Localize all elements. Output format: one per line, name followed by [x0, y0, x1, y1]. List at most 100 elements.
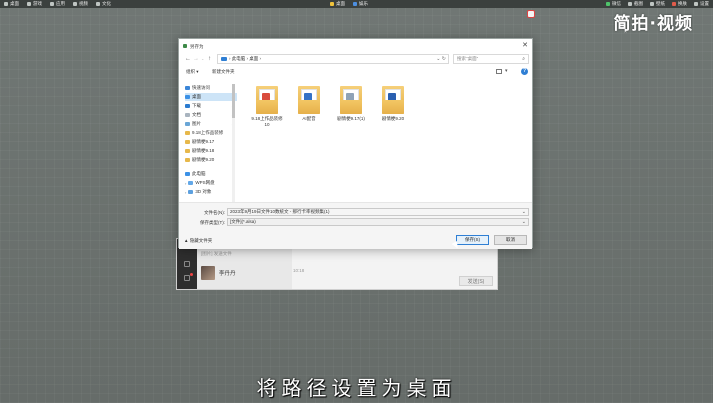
organize-button[interactable]: 组织 ▾: [186, 69, 199, 75]
search-icon: ⌕: [522, 56, 525, 62]
save-button[interactable]: 保存(S): [456, 235, 489, 245]
send-button[interactable]: 发送(S): [459, 276, 493, 286]
wallpaper-icon: [650, 2, 654, 6]
top-bar-label: 文化: [102, 1, 111, 6]
new-folder-button[interactable]: 新建文件夹: [212, 69, 235, 75]
chevron-down-icon[interactable]: ⌄: [522, 219, 526, 225]
chevron-down-icon[interactable]: ⌄: [522, 209, 526, 215]
top-bar-item[interactable]: 视频: [73, 1, 88, 7]
folder-item[interactable]: 9.18上作品装修 10: [249, 84, 285, 127]
hide-folders-toggle[interactable]: ▲ 隐藏文件夹: [184, 238, 212, 244]
folder-item[interactable]: AI配音: [291, 84, 327, 122]
filename-label: 文件名(N):: [204, 210, 225, 215]
top-bar-item[interactable]: 桌面: [330, 1, 345, 7]
app-icon: [96, 2, 100, 6]
nav-item-label: 文档: [192, 112, 201, 117]
picture-icon: [185, 122, 190, 126]
nav-item-this-pc[interactable]: 此电脑: [185, 170, 237, 178]
top-bar-left: 桌面 游戏 应用 视频 文化: [0, 1, 111, 7]
nav-item-label: 3D 对象: [195, 189, 212, 194]
refresh-glyph: ↻: [441, 56, 446, 62]
top-bar-item[interactable]: 换肤: [672, 1, 687, 7]
nav-item-folder[interactable]: 剧情梗9.20: [185, 156, 237, 164]
folder-item[interactable]: 剧情梗9.17(1): [333, 84, 369, 122]
nav-pane-scrollbar[interactable]: [232, 84, 235, 202]
nav-item-3d-objects[interactable]: › 3D 对象: [185, 188, 237, 196]
folder-name: 剧情梗9.20: [381, 116, 405, 121]
nav-item-label: 图片: [192, 121, 201, 126]
top-bar-item[interactable]: 应用: [50, 1, 65, 7]
top-bar-item[interactable]: 娱乐: [353, 1, 368, 7]
nav-item-wps-cloud[interactable]: › WPS网盘: [185, 179, 237, 187]
nav-item-label: 快速访问: [192, 85, 210, 90]
top-bar-item[interactable]: 截图: [628, 1, 643, 7]
app-icon: [50, 2, 54, 6]
nav-item-label: 9.18上作品装修: [192, 130, 224, 135]
scrollbar-thumb[interactable]: [232, 84, 235, 118]
tshirt-icon[interactable]: [527, 10, 535, 18]
nav-item-pictures[interactable]: 图片✱: [185, 120, 237, 128]
folder-icon: [185, 158, 190, 162]
nav-item-label: 下载: [192, 103, 201, 108]
top-bar-item[interactable]: 壁纸: [650, 1, 665, 7]
search-input[interactable]: 搜索"桌面" ⌕: [453, 54, 529, 64]
nav-item-folder[interactable]: 剧情梗9.18: [185, 147, 237, 155]
dialog-titlebar[interactable]: 另存为 ✕: [179, 39, 532, 53]
folder-name: 剧情梗9.17(1): [337, 116, 365, 121]
view-mode-icon[interactable]: [496, 69, 502, 74]
top-bar-item[interactable]: 游戏: [27, 1, 42, 7]
download-icon: [185, 104, 190, 108]
app-icon: [183, 44, 187, 48]
file-icon[interactable]: [184, 261, 190, 267]
recent-dropdown-icon[interactable]: ⌄: [201, 56, 204, 62]
chat-list-item[interactable]: 李丹丹: [201, 266, 236, 280]
dialog-toolbar: 组织 ▾ 新建文件夹 ▾ ?: [179, 68, 532, 77]
top-bar-label: 截图: [634, 1, 643, 6]
filetype-select[interactable]: [文件](*.alsa) ⌄: [227, 218, 529, 226]
top-bar-label: 换肤: [678, 1, 687, 6]
navigation-pane: 快速访问 桌面✱ 下载✱ 文档✱ 图片✱ 9.18上作品装修 剧情梗9.17 剧…: [185, 84, 239, 202]
nav-item-folder[interactable]: 剧情梗9.17: [185, 138, 237, 146]
view-caret-icon[interactable]: ▾: [505, 68, 508, 74]
top-bar-mid: 桌面 娱乐: [330, 1, 368, 7]
refresh-icon[interactable]: ⌄ ↻: [436, 56, 446, 62]
top-bar-right: 微信 截图 壁纸 换肤 设置: [606, 1, 709, 7]
notification-dot-icon: [190, 273, 193, 276]
top-bar-item[interactable]: 文化: [96, 1, 111, 7]
top-bar-item[interactable]: 设置: [694, 1, 709, 7]
chat-list-item[interactable]: [图片] 发送文件: [201, 251, 232, 257]
top-bar-label: 微信: [612, 1, 621, 6]
address-bar[interactable]: › 此电脑 › 桌面 › ⌄ ↻: [217, 54, 449, 64]
document-thumbnail: [388, 93, 396, 103]
nav-item-quick-access[interactable]: 快速访问: [185, 84, 237, 92]
nav-item-desktop[interactable]: 桌面✱: [185, 93, 237, 101]
watermark-close-icon[interactable]: ×: [624, 29, 627, 35]
filename-field[interactable]: 2023年9月19日文件10数统文 - 那行卡率视频集(1) ⌄: [227, 208, 529, 216]
top-bar-item[interactable]: 桌面: [4, 1, 19, 7]
folder-item[interactable]: 剧情梗9.20: [375, 84, 411, 122]
dialog-title: 另存为: [190, 44, 204, 49]
system-top-bar: 桌面 游戏 应用 视频 文化 桌面 娱乐 微信 截图 壁纸 换肤 设置: [0, 0, 713, 8]
nav-item-downloads[interactable]: 下载✱: [185, 102, 237, 110]
top-bar-label: 壁纸: [656, 1, 665, 6]
help-icon[interactable]: ?: [521, 68, 528, 75]
phone-icon[interactable]: [184, 275, 190, 281]
up-arrow-icon[interactable]: ↑: [208, 56, 211, 62]
cancel-button[interactable]: 取消: [494, 235, 527, 245]
forward-arrow-icon[interactable]: →: [193, 56, 199, 62]
nav-item-documents[interactable]: 文档✱: [185, 111, 237, 119]
avatar: [201, 266, 215, 280]
top-bar-item[interactable]: 微信: [606, 1, 621, 7]
close-icon[interactable]: ✕: [522, 42, 528, 49]
document-thumbnail: [262, 93, 270, 103]
music-icon: [353, 2, 357, 6]
app-icon: [27, 2, 31, 6]
star-icon: [185, 86, 190, 90]
filename-value: 2023年9月19日文件10数统文 - 那行卡率视频集(1): [230, 209, 330, 214]
gear-icon: [694, 2, 698, 6]
dropdown-icon[interactable]: ⌄: [436, 56, 440, 62]
expand-chevron-icon: ›: [185, 180, 187, 186]
back-arrow-icon[interactable]: ←: [185, 56, 191, 62]
document-icon: [185, 113, 190, 117]
nav-item-folder[interactable]: 9.18上作品装修: [185, 129, 237, 137]
